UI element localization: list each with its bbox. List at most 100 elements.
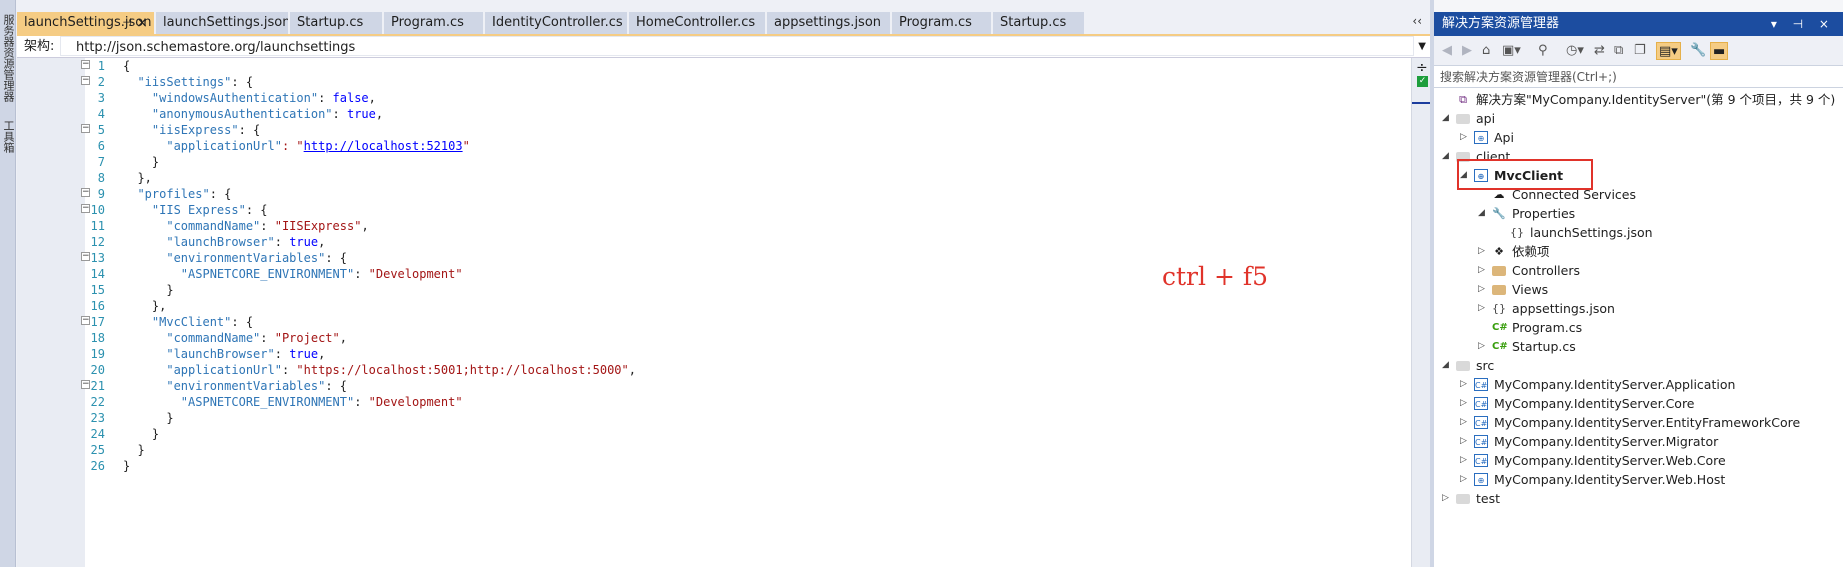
csharp-file-icon: C# <box>1492 341 1508 352</box>
expand-arrow-icon[interactable]: ▷ <box>1478 242 1490 261</box>
fold-toggle-icon[interactable]: − <box>81 252 90 261</box>
show-all-files-icon[interactable]: ❐ <box>1634 42 1646 60</box>
expand-arrow-icon[interactable]: ▷ <box>1460 128 1472 147</box>
solution-folder-icon <box>1456 361 1470 371</box>
fold-toggle-icon[interactable]: − <box>81 124 90 133</box>
history-icon[interactable]: ◷▾ <box>1566 42 1584 60</box>
home-icon[interactable]: ⌂ <box>1482 42 1490 60</box>
scrollbar-thumb[interactable] <box>1412 102 1432 104</box>
sync-icon[interactable]: ⇄ <box>1594 42 1605 60</box>
tree-label: Properties <box>1512 206 1576 221</box>
editor-scrollbar[interactable]: ÷ ✓ <box>1411 58 1432 567</box>
expand-arrow-icon[interactable]: ▷ <box>1460 470 1472 489</box>
close-icon[interactable]: × <box>136 12 148 34</box>
pending-changes-icon[interactable]: ⚲ <box>1538 42 1548 60</box>
forward-icon[interactable]: ▶ <box>1462 42 1472 60</box>
tab-label: HomeController.cs <box>636 15 756 30</box>
expand-arrow-icon[interactable]: ▷ <box>1460 413 1472 432</box>
tab-program-2[interactable]: Program.cs <box>892 12 992 34</box>
code-line: "IIS Express": { <box>151 203 268 217</box>
code-line: } <box>151 155 160 169</box>
tab-homecontroller[interactable]: HomeController.cs <box>629 12 766 34</box>
line-number: 5 <box>97 123 105 137</box>
toolbox-tab[interactable]: 工具箱 <box>1 120 15 153</box>
fold-toggle-icon[interactable]: − <box>81 60 90 69</box>
expand-arrow-icon[interactable]: ▷ <box>1460 432 1472 451</box>
code-line: }, <box>151 299 167 313</box>
csharp-project-icon: C# <box>1474 435 1488 448</box>
preview-selected-icon[interactable]: ▤▾ <box>1656 42 1681 60</box>
expand-arrow-icon[interactable]: ▷ <box>1460 451 1472 470</box>
tab-startup[interactable]: Startup.cs <box>290 12 383 34</box>
switch-views-icon[interactable]: ▣▾ <box>1502 42 1521 60</box>
expand-arrow-icon[interactable]: ▷ <box>1460 375 1472 394</box>
line-number: 9 <box>97 187 105 201</box>
tab-launchsettings[interactable]: launchSettings.json <box>156 12 289 34</box>
line-number: 17 <box>90 315 105 329</box>
tab-label: Startup.cs <box>1000 15 1067 30</box>
schema-dropdown[interactable]: http://json.schemastore.org/launchsettin… <box>60 36 1414 56</box>
expand-arrow-icon[interactable]: ▷ <box>1478 299 1490 318</box>
code-line: "commandName": "IISExpress", <box>166 219 369 233</box>
line-number: 21 <box>90 379 105 393</box>
fold-toggle-icon[interactable]: − <box>81 316 90 325</box>
chevron-down-icon[interactable]: ▼ <box>1418 36 1426 58</box>
tab-appsettings[interactable]: appsettings.json <box>767 12 891 34</box>
csharp-project-icon: C# <box>1474 416 1488 429</box>
line-number: 1 <box>97 59 105 73</box>
server-explorer-tab[interactable]: 服务器资源管理器 <box>1 14 15 102</box>
fold-toggle-icon[interactable]: − <box>81 76 90 85</box>
properties-wrench-icon[interactable]: 🔧 <box>1690 42 1706 60</box>
expand-arrow-icon[interactable]: ▷ <box>1442 489 1454 508</box>
line-number: 22 <box>90 395 105 409</box>
line-number: 4 <box>97 107 105 121</box>
code-line: "iisSettings": { <box>137 75 254 89</box>
panel-title: 解决方案资源管理器 <box>1442 16 1560 31</box>
tab-launchsettings-active[interactable]: launchSettings.json ⊣ × <box>17 12 155 34</box>
expand-arrow-icon[interactable]: ◢ <box>1442 109 1454 128</box>
tree-label: 解决方案"MyCompany.IdentityServer"(第 9 个项目，共… <box>1476 92 1836 107</box>
code-line: "ASPNETCORE_ENVIRONMENT": "Development" <box>180 267 463 281</box>
expand-arrow-icon[interactable]: ◢ <box>1478 204 1490 223</box>
fold-toggle-icon[interactable]: − <box>81 380 90 389</box>
tab-identitycontroller[interactable]: IdentityController.cs <box>485 12 628 34</box>
code-line: } <box>151 427 160 441</box>
code-line: } <box>166 283 174 297</box>
code-line: "commandName": "Project", <box>166 331 347 345</box>
csharp-project-icon: C# <box>1474 378 1488 391</box>
line-number: 2 <box>97 75 105 89</box>
code-line: } <box>166 411 174 425</box>
filter-icon[interactable]: ▬ <box>1710 42 1729 60</box>
code-line: "environmentVariables": { <box>166 379 347 393</box>
expand-arrow-icon[interactable]: ▷ <box>1478 280 1490 299</box>
fold-toggle-icon[interactable]: − <box>81 188 90 197</box>
panel-window-controls[interactable]: ▾ ⊣ × <box>1771 12 1835 36</box>
pin-icon[interactable]: ⊣ <box>122 12 132 34</box>
code-line: "MvcClient": { <box>151 315 254 329</box>
expand-arrow-icon[interactable]: ▷ <box>1478 261 1490 280</box>
tree-label: src <box>1476 358 1495 373</box>
tree-label: Program.cs <box>1512 320 1583 335</box>
expand-arrow-icon[interactable]: ◢ <box>1442 356 1454 375</box>
line-number: 11 <box>90 219 105 233</box>
tree-label: Api <box>1494 130 1514 145</box>
localhost-url-link[interactable]: http://localhost:52103 <box>304 139 463 153</box>
tree-label: test <box>1476 491 1501 506</box>
tree-label: MyCompany.IdentityServer.Application <box>1494 377 1736 392</box>
tree-label: MyCompany.IdentityServer.EntityFramework… <box>1494 415 1801 430</box>
tab-startup-2[interactable]: Startup.cs <box>993 12 1085 34</box>
expand-arrow-icon[interactable]: ▷ <box>1478 337 1490 356</box>
solution-explorer-search-input[interactable]: 搜索解决方案资源管理器(Ctrl+;) <box>1434 66 1843 88</box>
tab-overflow-icon[interactable]: ‹‹ <box>1412 14 1422 28</box>
collapse-all-icon[interactable]: ⧉ <box>1614 42 1623 60</box>
expand-arrow-icon[interactable]: ▷ <box>1460 394 1472 413</box>
code-editor[interactable]: 1 2 3 4 5 6 7 8 9 10 11 12 13 14 15 16 17 18 19 20 21 22 23 24 2… <box>17 58 1432 567</box>
line-number: 26 <box>90 459 105 473</box>
line-number: 20 <box>90 363 105 377</box>
back-icon[interactable]: ◀ <box>1442 42 1452 60</box>
split-editor-icon[interactable]: ÷ <box>1416 60 1428 76</box>
expand-arrow-icon[interactable]: ◢ <box>1442 147 1454 166</box>
solution-explorer-toolbar: ◀ ▶ ⌂ ▣▾ ⚲ ◷▾ ⇄ ⧉ ❐ ▤▾ 🔧 ▬ <box>1434 36 1843 66</box>
tab-program[interactable]: Program.cs <box>384 12 484 34</box>
fold-toggle-icon[interactable]: − <box>81 204 90 213</box>
